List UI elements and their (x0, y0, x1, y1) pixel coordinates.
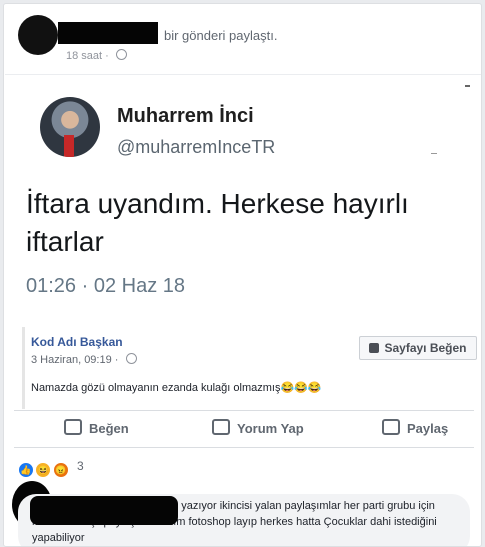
facebook-post: bir gönderi paylaştı. 18 saat · Muharrem… (3, 3, 482, 547)
like-page-button[interactable]: Sayfayı Beğen (359, 336, 477, 360)
author-avatar[interactable] (18, 15, 58, 55)
thumbs-up-icon (64, 419, 82, 435)
shared-post-box: Kod Adı Başkan 3 Haziran, 09:19 · Sayfay… (22, 327, 481, 409)
like-reaction-icon: 👍 (18, 462, 34, 478)
thumbs-up-icon (369, 343, 380, 353)
post-header: bir gönderi paylaştı. 18 saat · (4, 4, 481, 74)
decorative-mark (431, 153, 437, 154)
redacted-author-name (58, 22, 158, 44)
comment-icon (212, 419, 230, 435)
share-icon (382, 419, 400, 435)
like-button[interactable]: Beğen (64, 411, 129, 447)
post-timestamp[interactable]: 18 saat · (66, 49, 127, 62)
post-time-text: 18 saat (66, 50, 103, 62)
tweet-image[interactable]: Muharrem İnci @muharremInceTR İftara uya… (5, 74, 481, 325)
page-name-link[interactable]: Kod Adı Başkan (31, 335, 123, 349)
post-actions: Beğen Yorum Yap Paylaş (14, 410, 474, 448)
tweet-author-handle: @muharremInceTR (117, 137, 276, 157)
shared-post-time-text: 3 Haziran, 09:19 (31, 354, 112, 366)
comment-label: Yorum Yap (237, 421, 304, 436)
tweet-datetime: 01:26 · 02 Haz 18 (26, 275, 185, 297)
tweet-author-name: Muharrem İnci (117, 105, 254, 127)
share-button[interactable]: Paylaş (382, 411, 448, 447)
redacted-commenter-name (30, 496, 178, 525)
decorative-mark (465, 85, 470, 87)
reaction-count: 3 (77, 459, 84, 473)
comment-button[interactable]: Yorum Yap (212, 411, 304, 447)
tweet-text: İftara uyandım. Herkese hayırlı iftarlar (26, 188, 409, 257)
share-label: Paylaş (407, 421, 449, 436)
haha-reaction-icon: 😆 (35, 462, 52, 478)
reaction-summary[interactable]: 👍 😆 😠 3 (18, 459, 84, 478)
globe-icon (125, 353, 137, 364)
globe-icon (115, 49, 127, 60)
like-page-label: Sayfayı Beğen (384, 341, 467, 355)
like-label: Beğen (89, 421, 129, 436)
tweet-author-avatar (40, 97, 100, 157)
angry-reaction-icon: 😠 (52, 462, 69, 478)
shared-post-time[interactable]: 3 Haziran, 09:19 · (31, 353, 137, 366)
shared-post-text: bir gönderi paylaştı. (164, 28, 278, 43)
shared-post-body: Namazda gözü olmayanın ezanda kulağı olm… (31, 382, 322, 394)
